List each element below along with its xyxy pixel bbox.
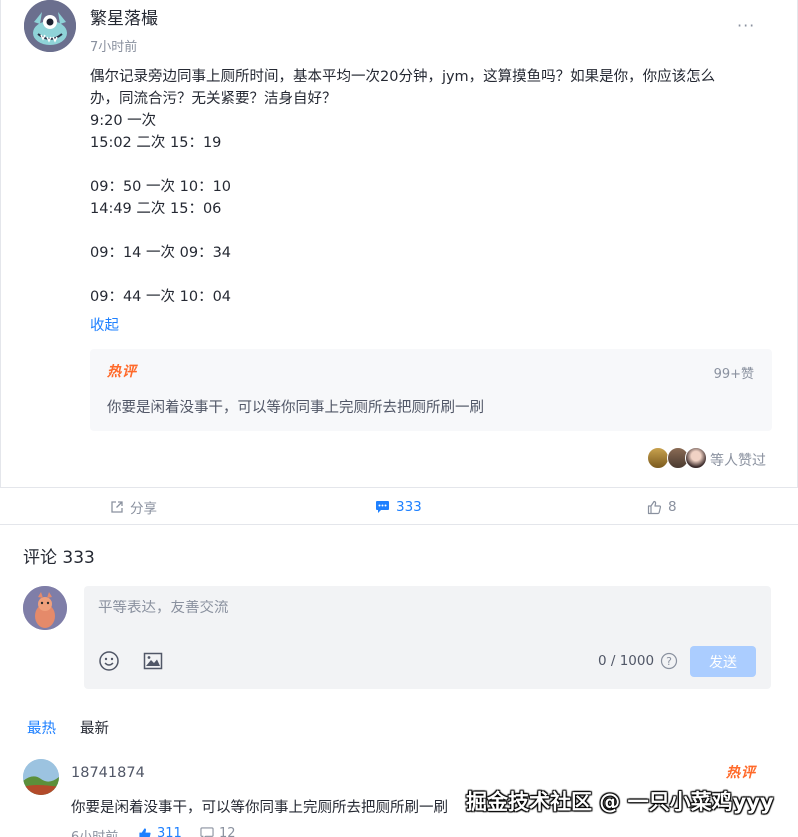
hot-comment-badge: 热评: [107, 364, 137, 380]
comment-button[interactable]: 333: [375, 488, 422, 526]
content-line: 09：14 一次 09：34: [90, 245, 232, 261]
comment-like-button[interactable]: 311: [138, 826, 182, 837]
content-line: 09：44 一次 10：04: [90, 289, 232, 305]
like-button[interactable]: 8: [647, 488, 677, 526]
svg-text:?: ?: [666, 655, 672, 668]
post-content: 偶尔记录旁边同事上厕所时间，基本平均一次20分钟，jym，这算摸鱼吗？如果是你，…: [90, 66, 770, 308]
comment-count: 333: [396, 499, 422, 515]
share-icon: [111, 501, 123, 513]
comment-icon: [376, 501, 389, 513]
content-line: 偶尔记录旁边同事上厕所时间，基本平均一次20分钟，jym，这算摸鱼吗？如果是你，…: [90, 69, 716, 85]
share-button[interactable]: 分享: [110, 488, 157, 526]
content-line: [90, 220, 770, 242]
likers-text: 等人赞过: [710, 453, 766, 469]
char-counter: 0 / 1000: [598, 653, 655, 669]
content-line: 15:02 二次 15：19: [90, 135, 222, 151]
liker-avatar: [647, 447, 669, 469]
thumbs-up-icon: [139, 827, 151, 837]
comment-reply-button[interactable]: 12: [200, 826, 236, 837]
comment-text: 你要是闲着没事干，可以等你同事上完厕所去把厕所刷一刷: [71, 800, 448, 816]
comment-input[interactable]: [98, 600, 698, 616]
comment-time: 6小时前: [71, 826, 118, 837]
author-avatar[interactable]: [24, 0, 76, 52]
comment-editor: 0 / 1000 ? 发送: [84, 586, 771, 689]
watermark: 掘金技术社区 @ 一只小菜鸡yyy: [466, 790, 774, 814]
comments-title: 评论 333: [23, 548, 95, 568]
like-count: 8: [668, 499, 677, 515]
comment-like-count: 311: [157, 826, 182, 837]
hot-comment-text: 你要是闲着没事干，可以等你同事上完厕所去把厕所刷一刷: [107, 400, 484, 416]
commenter-name[interactable]: 18741874: [71, 765, 145, 781]
collapse-link[interactable]: 收起: [90, 314, 119, 335]
reply-icon: [200, 827, 214, 837]
post-time: 7小时前: [90, 40, 138, 55]
content-line: 14:49 二次 15：06: [90, 201, 222, 217]
image-icon[interactable]: [142, 650, 164, 676]
content-line: 9:20 一次: [90, 113, 157, 129]
content-line: 办，同流合污？无关紧要？洁身自好？: [90, 91, 337, 107]
more-options-icon[interactable]: ···: [737, 16, 755, 35]
help-icon[interactable]: ?: [660, 652, 678, 674]
hot-comment-box[interactable]: 热评 99+赞 你要是闲着没事干，可以等你同事上完厕所去把厕所刷一刷: [90, 349, 772, 431]
user-avatar[interactable]: [23, 586, 67, 630]
thumbs-up-icon: [647, 500, 662, 514]
hot-comment-badge: 热评: [726, 765, 756, 781]
content-line: [90, 154, 770, 176]
send-button[interactable]: 发送: [690, 646, 756, 677]
sort-new-tab[interactable]: 最新: [80, 717, 109, 738]
commenter-avatar[interactable]: [23, 759, 59, 795]
share-label: 分享: [130, 501, 157, 517]
comment-reply-count: 12: [219, 826, 236, 837]
post-card: 繁星落樶 7小时前 ··· 偶尔记录旁边同事上厕所时间，基本平均一次20分钟，j…: [0, 0, 798, 487]
action-bar: 分享 333 8: [0, 487, 798, 525]
sort-hot-tab[interactable]: 最热: [27, 717, 56, 738]
content-line: [90, 264, 770, 286]
liker-avatar: [685, 447, 707, 469]
content-line: 09：50 一次 10：10: [90, 179, 232, 195]
emoji-icon[interactable]: [98, 650, 120, 676]
author-name[interactable]: 繁星落樶: [90, 4, 158, 29]
hot-comment-likes: 99+赞: [713, 367, 754, 382]
